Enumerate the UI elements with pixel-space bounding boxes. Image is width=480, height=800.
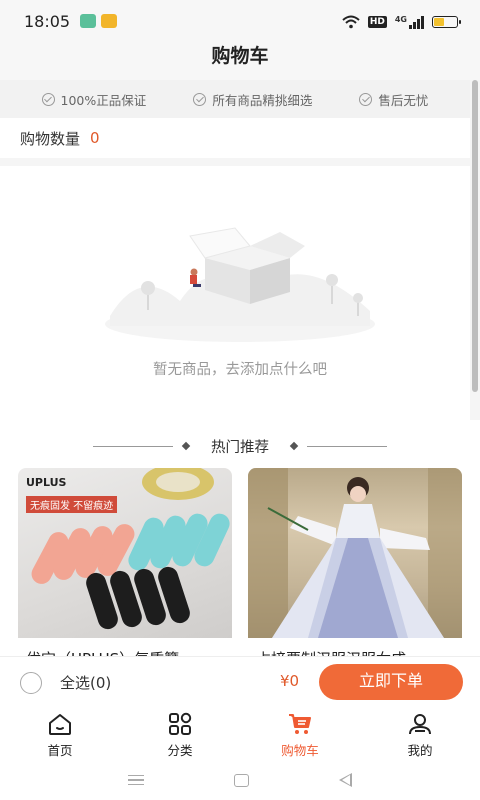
guarantee-item: 售后无忧: [359, 90, 428, 109]
product-image-hair-clips[interactable]: UPLUS 无痕固发 不留痕迹: [18, 468, 232, 638]
signal-icon: 4G: [395, 15, 424, 29]
empty-cart-section: 暂无商品，去添加点什么吧: [0, 166, 470, 430]
cart-icon: [289, 714, 311, 734]
divider: [307, 445, 387, 447]
tab-label: 我的: [407, 743, 433, 758]
tab-label: 购物车: [281, 743, 319, 758]
home-button-icon[interactable]: [234, 773, 249, 787]
hanfu-illustration: [248, 468, 462, 638]
select-all-label[interactable]: 全选(0): [60, 672, 111, 693]
guarantee-label: 100%正品保证: [60, 92, 147, 108]
tab-cart[interactable]: 购物车: [240, 706, 360, 760]
bottom-tab-bar: 首页 分类 购物车 我的: [0, 706, 480, 760]
hot-recommend-title: 热门推荐: [211, 439, 269, 456]
check-circle-icon: [193, 92, 207, 106]
cart-count-label: 购物数量: [20, 129, 81, 148]
hot-recommend-header: 热门推荐: [0, 434, 480, 458]
diamond-icon: [289, 441, 299, 451]
checkout-button[interactable]: 立即下单: [319, 664, 463, 700]
status-time: 18:05: [24, 12, 71, 31]
wifi-icon: [342, 15, 360, 29]
hd-badge-icon: HD: [367, 16, 387, 28]
tab-category[interactable]: 分类: [120, 706, 240, 760]
select-all-checkbox[interactable]: [20, 672, 42, 694]
notification-app-icon: [101, 14, 117, 28]
recent-apps-icon[interactable]: [128, 775, 144, 785]
product-image-hanfu[interactable]: [248, 468, 462, 638]
guarantee-item: 100%正品保证: [41, 90, 147, 109]
check-circle-icon: [41, 92, 55, 106]
cart-count-value: 0: [90, 129, 100, 147]
product-card[interactable]: 占榜要制汉服汉服女成: [248, 468, 462, 668]
divider: [93, 445, 173, 447]
battery-icon: [432, 16, 461, 28]
diamond-icon: [181, 441, 191, 451]
product-card[interactable]: UPLUS 无痕固发 不留痕迹: [18, 468, 232, 668]
tab-label: 首页: [47, 743, 73, 758]
title-bar: 购物车: [0, 40, 480, 80]
checkout-bar: 全选(0) ¥0 立即下单: [0, 656, 480, 706]
page-title: 购物车: [211, 45, 269, 67]
message-app-icon: [80, 14, 96, 28]
hair-clips-illustration: [31, 468, 230, 630]
back-icon[interactable]: [339, 773, 352, 787]
guarantee-label: 售后无忧: [378, 92, 429, 108]
check-circle-icon: [359, 92, 373, 106]
signal-label: 4G: [394, 15, 407, 24]
guarantee-bar: 100%正品保证 所有商品精挑细选 售后无忧: [0, 80, 470, 118]
total-price: ¥0: [280, 672, 300, 690]
user-icon: [409, 714, 431, 735]
tab-home[interactable]: 首页: [0, 706, 120, 760]
scrollbar[interactable]: [472, 80, 478, 392]
tab-label: 分类: [167, 743, 193, 758]
tab-profile[interactable]: 我的: [360, 706, 480, 760]
system-navigation-bar: [0, 760, 480, 800]
guarantee-label: 所有商品精挑细选: [212, 92, 313, 108]
home-icon: [49, 714, 71, 735]
status-indicators: HD 4G: [342, 12, 461, 32]
empty-box-illustration: [105, 227, 375, 342]
empty-cart-message: 暂无商品，去添加点什么吧: [153, 362, 327, 378]
cart-count-row: 购物数量 0: [0, 118, 470, 158]
hot-recommend-section: 热门推荐 UPLUS 无痕固发 不留痕迹: [0, 420, 480, 668]
grid-icon: [169, 712, 192, 735]
status-bar: 18:05 HD 4G: [0, 0, 480, 40]
guarantee-item: 所有商品精挑细选: [193, 90, 312, 109]
